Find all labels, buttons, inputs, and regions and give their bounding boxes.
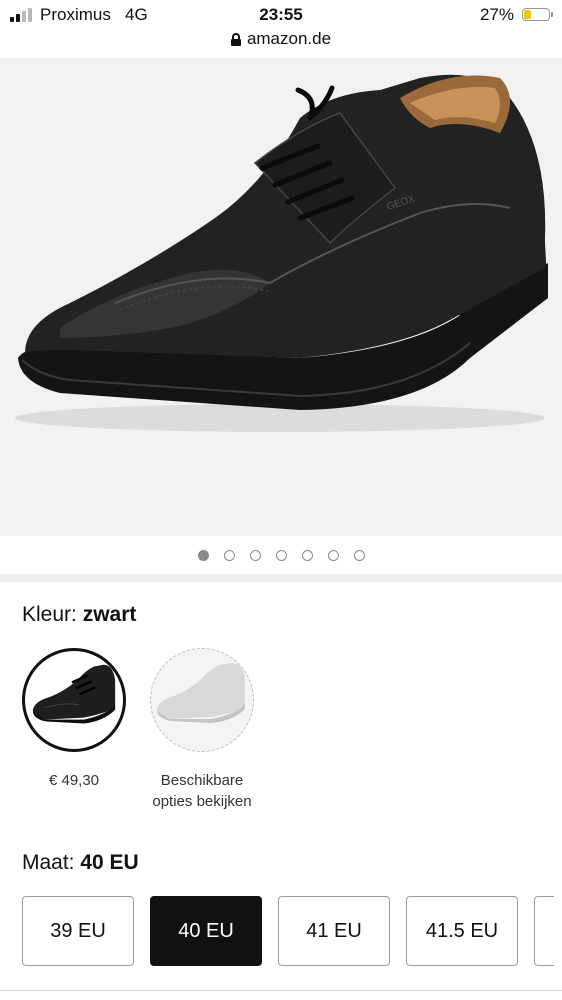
size-option-39[interactable]: 39 EU: [22, 896, 134, 966]
size-label-row: Maat: 40 EU: [22, 851, 139, 875]
more-options-line2: opties bekijken: [152, 793, 252, 810]
size-option-41[interactable]: 41 EU: [278, 896, 390, 966]
gallery-dot[interactable]: [197, 549, 209, 561]
size-option-40[interactable]: 40 EU: [150, 896, 262, 966]
gallery-pagination[interactable]: [0, 536, 562, 574]
gallery-dot[interactable]: [275, 549, 287, 561]
battery-percentage: 27%: [479, 5, 514, 24]
color-swatch-black[interactable]: [22, 648, 126, 752]
lock-icon: [230, 32, 241, 46]
gallery-dot[interactable]: [353, 549, 365, 561]
size-value: 40 EU: [80, 851, 139, 874]
bottom-divider: [0, 990, 562, 991]
section-divider: [0, 574, 562, 582]
product-image[interactable]: GEOX: [0, 58, 562, 536]
color-label: Kleur:: [22, 603, 83, 626]
shoe-image: GEOX: [15, 74, 548, 432]
more-options-line1: Beschikbare: [160, 772, 244, 789]
size-label: Maat:: [22, 851, 81, 874]
gallery-dot[interactable]: [249, 549, 261, 561]
gallery-dot[interactable]: [301, 549, 313, 561]
more-options-caption[interactable]: Beschikbare opties bekijken: [138, 770, 266, 812]
url-text: amazon.de: [246, 29, 332, 48]
battery-icon: [522, 8, 553, 21]
size-options: 39 EU 40 EU 41 EU 41.5 EU: [22, 896, 554, 966]
color-swatch-price: € 49,30: [48, 772, 100, 789]
color-label-row: Kleur: zwart: [22, 603, 136, 627]
clock: 23:55: [259, 5, 303, 24]
color-value: zwart: [82, 603, 137, 626]
address-bar[interactable]: amazon.de: [0, 29, 562, 49]
gallery-dot[interactable]: [327, 549, 339, 561]
status-bar: Proximus 4G 23:55 27% amazon.de: [0, 0, 562, 58]
shoe-thumbnail: [32, 664, 116, 724]
size-option-41-5[interactable]: 41.5 EU: [406, 896, 518, 966]
color-swatch-more-options[interactable]: [150, 648, 254, 752]
shoe-placeholder-icon: [157, 663, 245, 723]
gallery-dot[interactable]: [223, 549, 235, 561]
size-option-next-partial[interactable]: [534, 896, 554, 966]
